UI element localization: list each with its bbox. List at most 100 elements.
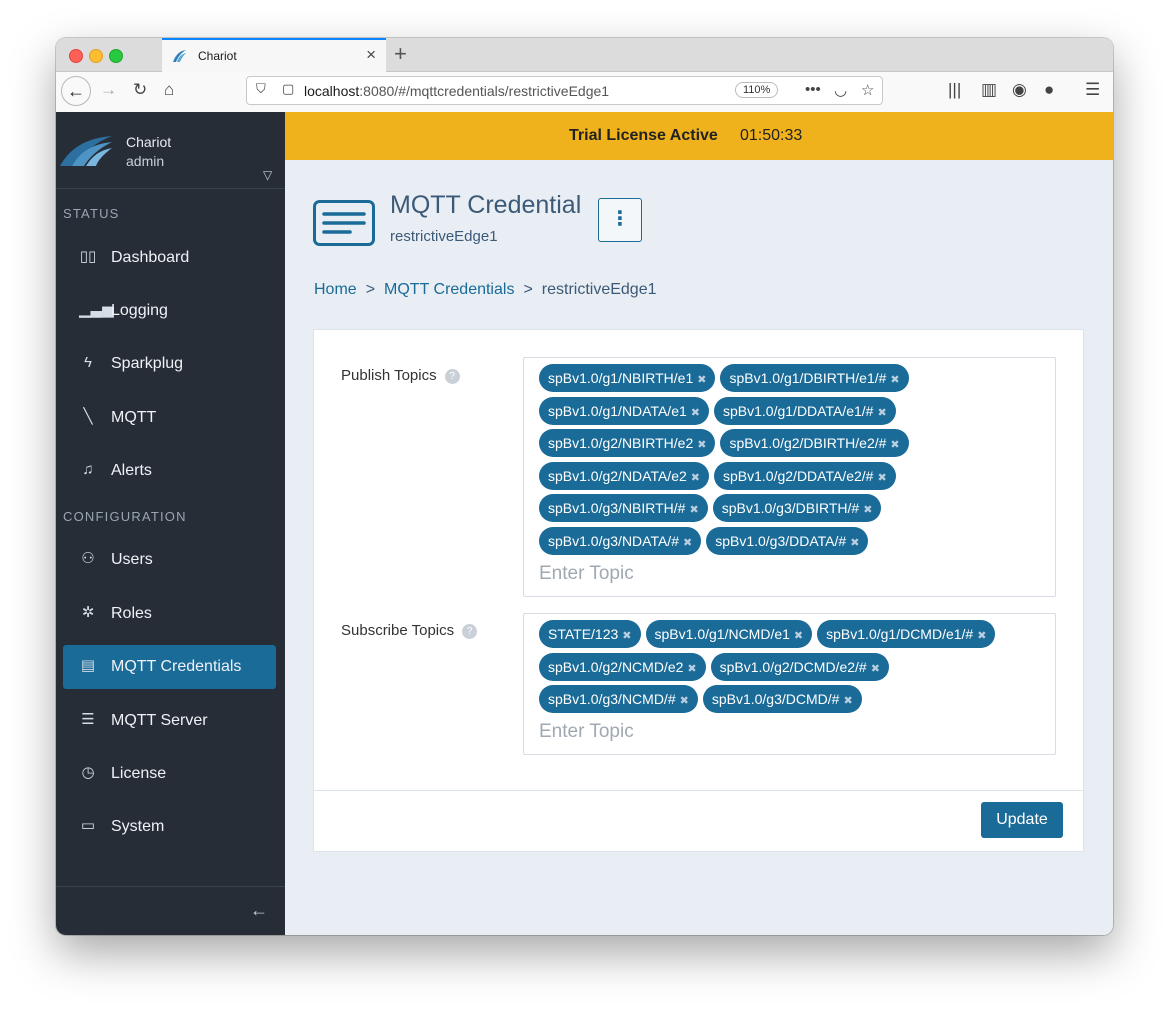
sidebar-item-system[interactable]: ▭ System — [63, 805, 276, 849]
sidebar-item-label: System — [111, 818, 165, 835]
zoom-window-button[interactable] — [109, 49, 123, 63]
sidebar-item-mqtt-server[interactable]: ☰ MQTT Server — [63, 699, 276, 743]
subscribe-topic-tags: STATE/123 ✖ spBv1.0/g1/NCMD/e1 ✖ spBv1.0/g1/… — [539, 620, 1047, 713]
user-role: admin — [126, 153, 165, 169]
menu-icon[interactable]: ☰ — [1085, 80, 1100, 100]
topic-tag: spBv1.0/g3/NDATA/# ✖ — [539, 526, 702, 557]
remove-tag-icon[interactable]: ✖ — [683, 529, 692, 557]
update-button[interactable]: Update — [981, 802, 1063, 838]
sidebar-toggle-icon[interactable]: ▥ — [981, 80, 997, 100]
sidebar-item-users[interactable]: ⚇ Users — [63, 538, 276, 582]
more-actions-icon[interactable]: ••• — [805, 81, 821, 98]
topic-tag: spBv1.0/g2/NCMD/e2 ✖ — [539, 652, 706, 683]
browser-tab[interactable]: Chariot × — [162, 38, 386, 72]
sidebar-item-label: MQTT Server — [111, 712, 208, 729]
account-icon[interactable]: ◉ — [1012, 80, 1027, 100]
remove-tag-icon[interactable]: ✖ — [843, 687, 852, 715]
remove-tag-icon[interactable]: ✖ — [794, 622, 803, 650]
url-bar[interactable]: ⛉ ▢ localhost:8080/#/mqttcredentials/res… — [246, 76, 883, 105]
remove-tag-icon[interactable]: ✖ — [697, 431, 706, 459]
sidebar-item-label: Alerts — [111, 462, 152, 479]
remove-tag-icon[interactable]: ✖ — [877, 464, 886, 492]
extension-icon[interactable]: ● — [1044, 80, 1054, 100]
remove-tag-icon[interactable]: ✖ — [622, 622, 631, 650]
bolt-icon: ϟ — [84, 354, 92, 371]
pocket-icon[interactable]: ◡ — [834, 81, 847, 99]
minimize-window-button[interactable] — [89, 49, 103, 63]
topic-tag: spBv1.0/g2/DDATA/e2/# ✖ — [714, 461, 896, 492]
help-icon[interactable]: ? — [462, 624, 478, 639]
sidebar-item-sparkplug[interactable]: ϟ Sparkplug — [63, 342, 276, 386]
remove-tag-icon[interactable]: ✖ — [863, 496, 872, 524]
remove-tag-icon[interactable]: ✖ — [850, 529, 859, 557]
caret-down-icon[interactable]: ▽ — [263, 168, 272, 182]
breadcrumb-separator: > — [365, 281, 376, 298]
remove-tag-icon[interactable]: ✖ — [691, 399, 700, 427]
sidebar-item-mqtt[interactable]: ╲ MQTT — [63, 396, 276, 440]
topic-tag: spBv1.0/g3/DCMD/# ✖ — [702, 685, 862, 715]
zoom-level[interactable]: 110% — [735, 82, 779, 98]
new-tab-icon[interactable]: + — [394, 41, 407, 67]
breadcrumb-mqtt-credentials-link[interactable]: MQTT Credentials — [384, 281, 514, 298]
collapse-sidebar-icon[interactable]: ← — [250, 900, 268, 921]
breadcrumb: Home > MQTT Credentials > restrictiveEdge1 — [314, 281, 657, 299]
topic-tag-label: spBv1.0/g2/NCMD/e2 — [548, 658, 684, 675]
bar-chart-icon: ▁▃▅ — [79, 301, 114, 318]
back-button[interactable]: ← — [61, 76, 91, 106]
page-info-icon[interactable]: ▢ — [282, 81, 294, 97]
remove-tag-icon[interactable]: ✖ — [890, 431, 899, 459]
shield-icon[interactable]: ⛉ — [256, 81, 266, 97]
section-status: STATUS — [63, 206, 120, 221]
remove-tag-icon[interactable]: ✖ — [871, 655, 880, 683]
topic-tag-label: spBv1.0/g1/NCMD/e1 — [654, 626, 790, 642]
sidebar-item-mqtt-credentials[interactable]: ▤ MQTT Credentials — [63, 645, 276, 689]
credential-page-icon — [313, 200, 375, 246]
breadcrumb-home-link[interactable]: Home — [314, 281, 357, 298]
topic-tag: spBv1.0/g3/NBIRTH/# ✖ — [539, 494, 708, 522]
remove-tag-icon[interactable]: ✖ — [689, 496, 698, 524]
sidebar-item-label: Roles — [111, 605, 152, 622]
close-window-button[interactable] — [69, 49, 83, 63]
topic-tag-label: spBv1.0/g1/DBIRTH/e1/# — [729, 370, 887, 386]
remove-tag-icon[interactable]: ✖ — [877, 399, 886, 427]
license-banner: Trial License Active 01:50:33 — [285, 112, 1113, 160]
credential-form-card: Publish Topics? spBv1.0/g1/NBIRTH/e1 ✖ spB… — [313, 329, 1084, 852]
topic-tag-label: spBv1.0/g1/DCMD/e1/# — [826, 626, 974, 642]
help-icon[interactable]: ? — [444, 369, 460, 384]
credentials-icon: ▤ — [80, 657, 96, 674]
remove-tag-icon[interactable]: ✖ — [687, 655, 696, 683]
license-countdown: 01:50:33 — [740, 127, 803, 144]
section-configuration: CONFIGURATION — [63, 509, 187, 524]
remove-tag-icon[interactable]: ✖ — [691, 464, 700, 492]
topic-tag: spBv1.0/g2/NDATA/e2 ✖ — [539, 461, 709, 492]
publish-topic-input[interactable]: Enter Topic — [539, 557, 1047, 590]
topic-tag-label: spBv1.0/g2/NBIRTH/e2 — [548, 435, 694, 451]
reload-icon[interactable]: ↻ — [133, 80, 147, 100]
topic-tag-label: spBv1.0/g3/NDATA/# — [548, 532, 679, 549]
sidebar-item-alerts[interactable]: ♫ Alerts — [63, 449, 276, 493]
remove-tag-icon[interactable]: ✖ — [977, 622, 986, 650]
subscribe-topics-field[interactable]: STATE/123 ✖ spBv1.0/g1/NCMD/e1 ✖ spBv1.0/g1/… — [523, 613, 1056, 755]
subscribe-topic-input[interactable]: Enter Topic — [539, 715, 1047, 748]
forward-icon[interactable]: → — [100, 80, 117, 100]
topic-tag-label: spBv1.0/g2/NDATA/e2 — [548, 467, 687, 484]
user-menu[interactable]: Chariot admin ▽ — [56, 112, 285, 189]
sidebar-item-dashboard[interactable]: ▯▯ Dashboard — [63, 236, 276, 280]
sidebar-item-label: License — [111, 765, 167, 782]
home-icon[interactable]: ⌂ — [164, 80, 174, 100]
more-options-button[interactable]: ⋮ — [598, 198, 642, 242]
topic-tag: spBv1.0/g3/DDATA/# ✖ — [706, 526, 869, 557]
sidebar-item-roles[interactable]: ✲ Roles — [63, 592, 276, 636]
topic-tag: spBv1.0/g3/NCMD/# ✖ — [539, 685, 698, 713]
sidebar-item-license[interactable]: ◷ License — [63, 752, 276, 796]
library-icon[interactable]: ||| — [948, 80, 961, 100]
sidebar-item-label: MQTT — [111, 409, 157, 426]
remove-tag-icon[interactable]: ✖ — [680, 687, 689, 715]
url-text[interactable]: localhost:8080/#/mqttcredentials/restric… — [304, 83, 609, 99]
bookmark-star-icon[interactable]: ☆ — [861, 81, 874, 99]
publish-topics-field[interactable]: spBv1.0/g1/NBIRTH/e1 ✖ spBv1.0/g1/DBIRTH/e… — [523, 357, 1056, 597]
tab-close-icon[interactable]: × — [366, 45, 376, 65]
remove-tag-icon[interactable]: ✖ — [890, 366, 899, 394]
remove-tag-icon[interactable]: ✖ — [697, 366, 706, 394]
sidebar-item-logging[interactable]: ▁▃▅ Logging — [63, 289, 276, 333]
